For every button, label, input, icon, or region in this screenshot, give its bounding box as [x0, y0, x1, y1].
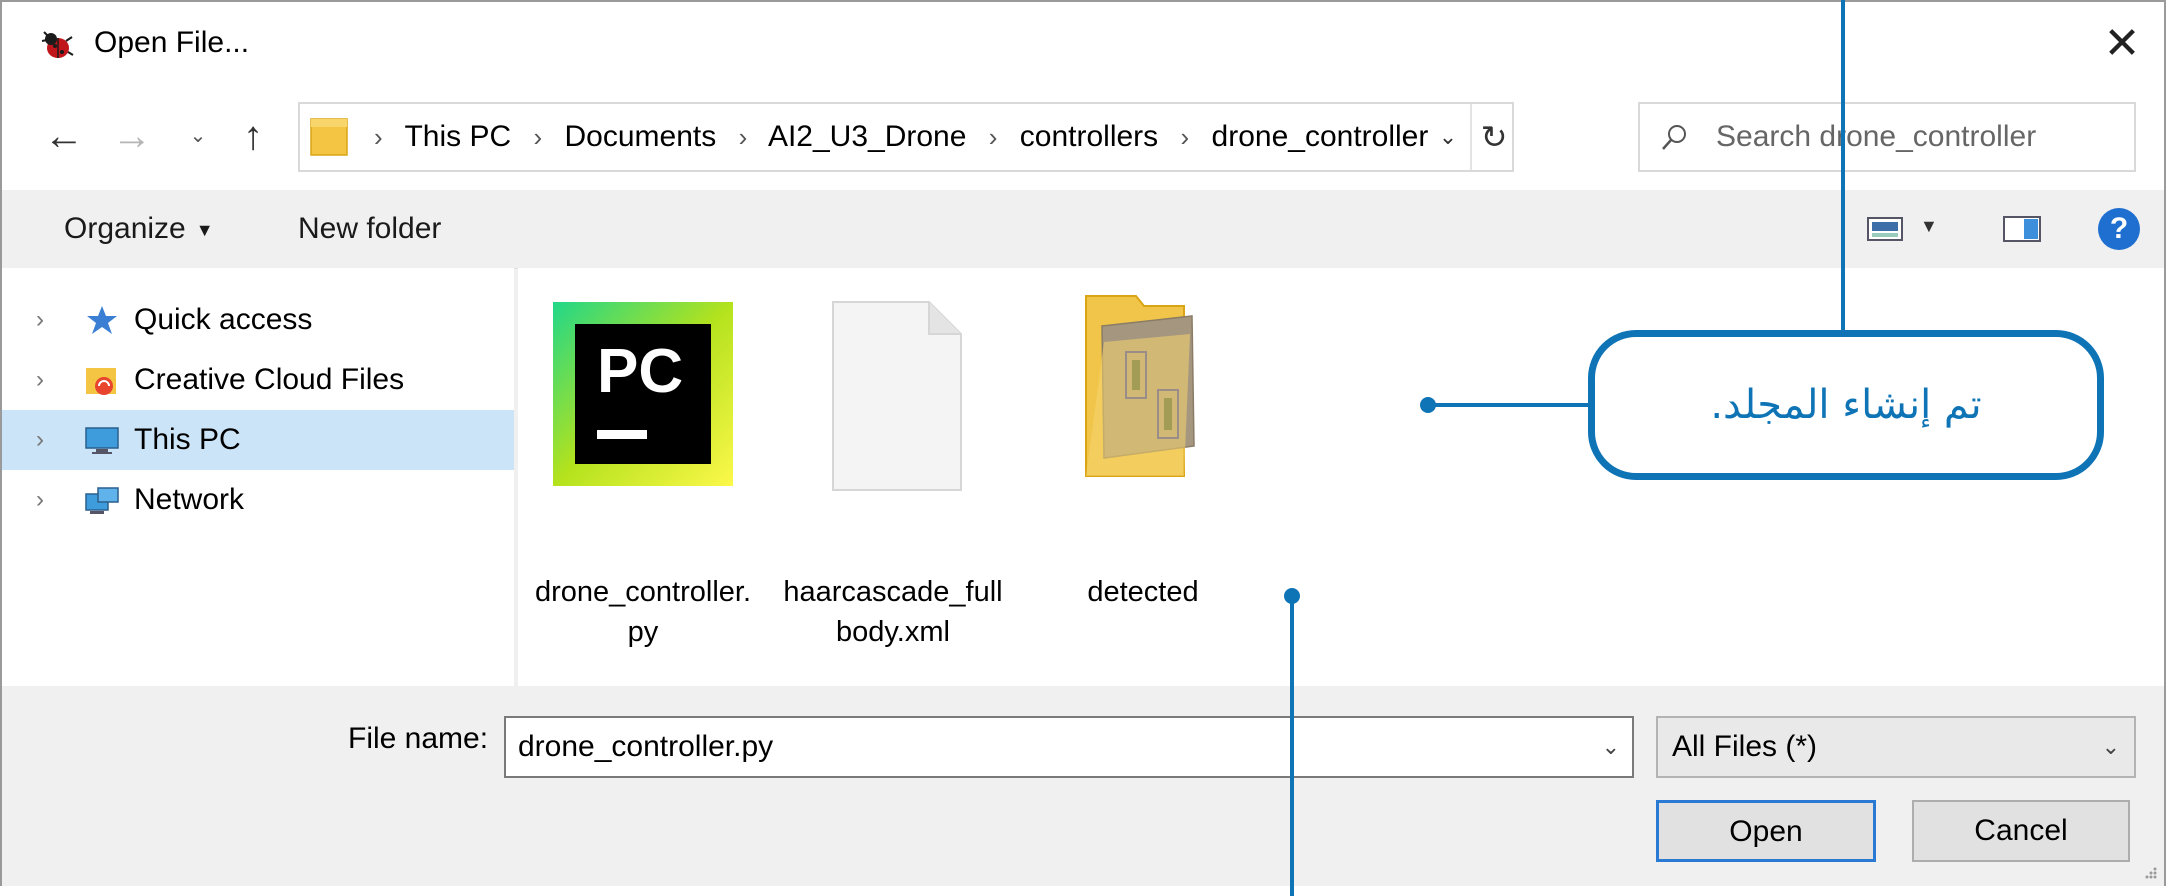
bug-app-icon — [41, 31, 74, 58]
breadcrumb-separator[interactable]: › — [374, 122, 383, 152]
chevron-right-icon[interactable]: › — [36, 470, 44, 530]
view-icon[interactable] — [1864, 212, 1908, 246]
file-type-select[interactable]: All Files (*) ⌄ — [1656, 716, 2136, 778]
chevron-right-icon[interactable]: › — [36, 290, 44, 350]
nav-item-this-pc[interactable]: › This PC — [2, 410, 514, 470]
breadcrumb-separator[interactable]: › — [739, 122, 748, 152]
new-folder-label[interactable]: New folder — [298, 212, 441, 245]
organize-label[interactable]: Organize — [64, 212, 186, 245]
breadcrumb-this-pc[interactable]: This PC — [404, 120, 511, 153]
address-row: ← → ⌄ ↑ › This PC › Documents › AI2_U3_D… — [2, 86, 2164, 190]
nav-item-label: Network — [134, 483, 245, 516]
refresh-icon[interactable]: ↻ — [1481, 119, 1508, 155]
caret-down-icon[interactable]: ▼ — [196, 220, 214, 240]
file-name-line: detected — [1087, 576, 1199, 608]
chevron-down-icon[interactable]: ⌄ — [1439, 124, 1457, 149]
breadcrumb-separator[interactable]: › — [989, 122, 998, 152]
annotation-leader-line-bottom — [1290, 596, 1294, 896]
chevron-right-icon[interactable]: › — [36, 350, 44, 410]
command-bar: Organize ▼ New folder ▼ ? — [2, 190, 2164, 269]
folder-icon — [310, 118, 348, 156]
preview-pane-icon[interactable] — [2002, 212, 2042, 246]
annotation-callout: تم إنشاء المجلد. — [1588, 330, 2104, 480]
nav-item-quick-access[interactable]: › Quick access — [2, 290, 514, 350]
breadcrumb: › This PC › Documents › AI2_U3_Drone › c… — [360, 104, 1428, 170]
dialog-footer: File name: drone_controller.py ⌄ All Fil… — [2, 686, 2164, 886]
breadcrumb-documents[interactable]: Documents — [565, 120, 717, 153]
network-icon — [85, 487, 119, 514]
resize-grip-icon[interactable] — [2142, 864, 2158, 880]
nav-item-label: This PC — [134, 423, 241, 456]
refresh-button[interactable]: ↻ — [1470, 104, 1516, 170]
breadcrumb-separator[interactable]: › — [1181, 122, 1190, 152]
caret-down-icon[interactable]: ▼ — [1920, 216, 1938, 237]
chevron-down-icon[interactable]: ⌄ — [190, 125, 207, 147]
help-button[interactable]: ? — [2098, 208, 2140, 250]
file-name-label: drone_controller. py — [518, 572, 768, 652]
file-name-field-label: File name: — [348, 722, 489, 755]
back-button[interactable]: ← — [38, 108, 90, 164]
close-icon[interactable]: ✕ — [2104, 19, 2141, 68]
file-type-value[interactable]: All Files (*) — [1672, 718, 1817, 776]
file-name-line: body.xml — [836, 616, 950, 648]
file-name-value[interactable]: drone_controller.py — [518, 718, 773, 776]
nav-item-label: Creative Cloud Files — [134, 363, 405, 396]
folder-with-images-icon — [1085, 295, 1195, 477]
file-name-line: haarcascade_full — [783, 576, 1003, 608]
breadcrumb-separator[interactable]: › — [534, 122, 543, 152]
up-arrow-icon[interactable]: ↑ — [243, 114, 263, 158]
file-name-field[interactable]: drone_controller.py ⌄ — [504, 716, 1634, 778]
chevron-down-icon[interactable]: ⌄ — [2102, 718, 2120, 776]
up-button[interactable]: ↑ — [228, 108, 278, 164]
nav-item-label: Quick access — [134, 303, 313, 336]
file-name-line: drone_controller. — [534, 576, 752, 608]
file-name-label: detected — [1018, 572, 1268, 612]
annotation-leader-line-callout — [1428, 403, 1590, 407]
close-button[interactable]: ✕ — [2094, 16, 2150, 72]
search-icon — [1662, 125, 1686, 150]
title-bar: Open File... ✕ — [2, 2, 2164, 86]
file-name-label: haarcascade_full body.xml — [768, 572, 1018, 652]
pycharm-icon-text: PC — [597, 337, 684, 406]
nav-item-network[interactable]: › Network — [2, 470, 514, 530]
help-icon[interactable]: ? — [2110, 212, 2128, 245]
forward-button[interactable]: → — [106, 108, 158, 164]
breadcrumb-drone-controller[interactable]: drone_controller — [1212, 120, 1429, 153]
organize-button[interactable]: Organize ▼ — [64, 190, 214, 268]
search-input[interactable]: Search drone_controller — [1638, 102, 2136, 172]
chevron-down-icon[interactable]: ⌄ — [1602, 718, 1620, 776]
annotation-leader-line-top — [1841, 0, 1845, 332]
blank-document-icon — [832, 301, 962, 491]
star-icon — [87, 306, 117, 334]
forward-arrow-icon[interactable]: → — [112, 114, 152, 158]
chevron-right-icon[interactable]: › — [36, 410, 44, 470]
breadcrumb-ai2-u3-drone[interactable]: AI2_U3_Drone — [768, 120, 966, 153]
open-button[interactable]: Open — [1656, 800, 1876, 862]
navigation-pane: › Quick access › Creative Cloud Files › … — [2, 268, 514, 686]
computer-icon — [85, 427, 119, 454]
nav-item-creative-cloud-files[interactable]: › Creative Cloud Files — [2, 350, 514, 410]
annotation-pointer-dot — [1420, 397, 1436, 413]
change-view-button[interactable]: ▼ — [1864, 212, 1940, 246]
window-title: Open File... — [94, 26, 250, 59]
recent-locations-button[interactable]: ⌄ — [180, 108, 216, 164]
search-placeholder: Search drone_controller — [1716, 120, 2037, 153]
address-dropdown-button[interactable]: ⌄ — [1428, 104, 1468, 170]
cancel-button[interactable]: Cancel — [1912, 800, 2130, 862]
breadcrumb-controllers[interactable]: controllers — [1020, 120, 1158, 153]
back-arrow-icon[interactable]: ← — [44, 114, 84, 158]
new-folder-button[interactable]: New folder — [298, 190, 441, 268]
file-name-line: py — [627, 616, 659, 648]
creative-cloud-folder-icon — [86, 368, 116, 395]
address-bar[interactable]: › This PC › Documents › AI2_U3_Drone › c… — [298, 102, 1514, 172]
